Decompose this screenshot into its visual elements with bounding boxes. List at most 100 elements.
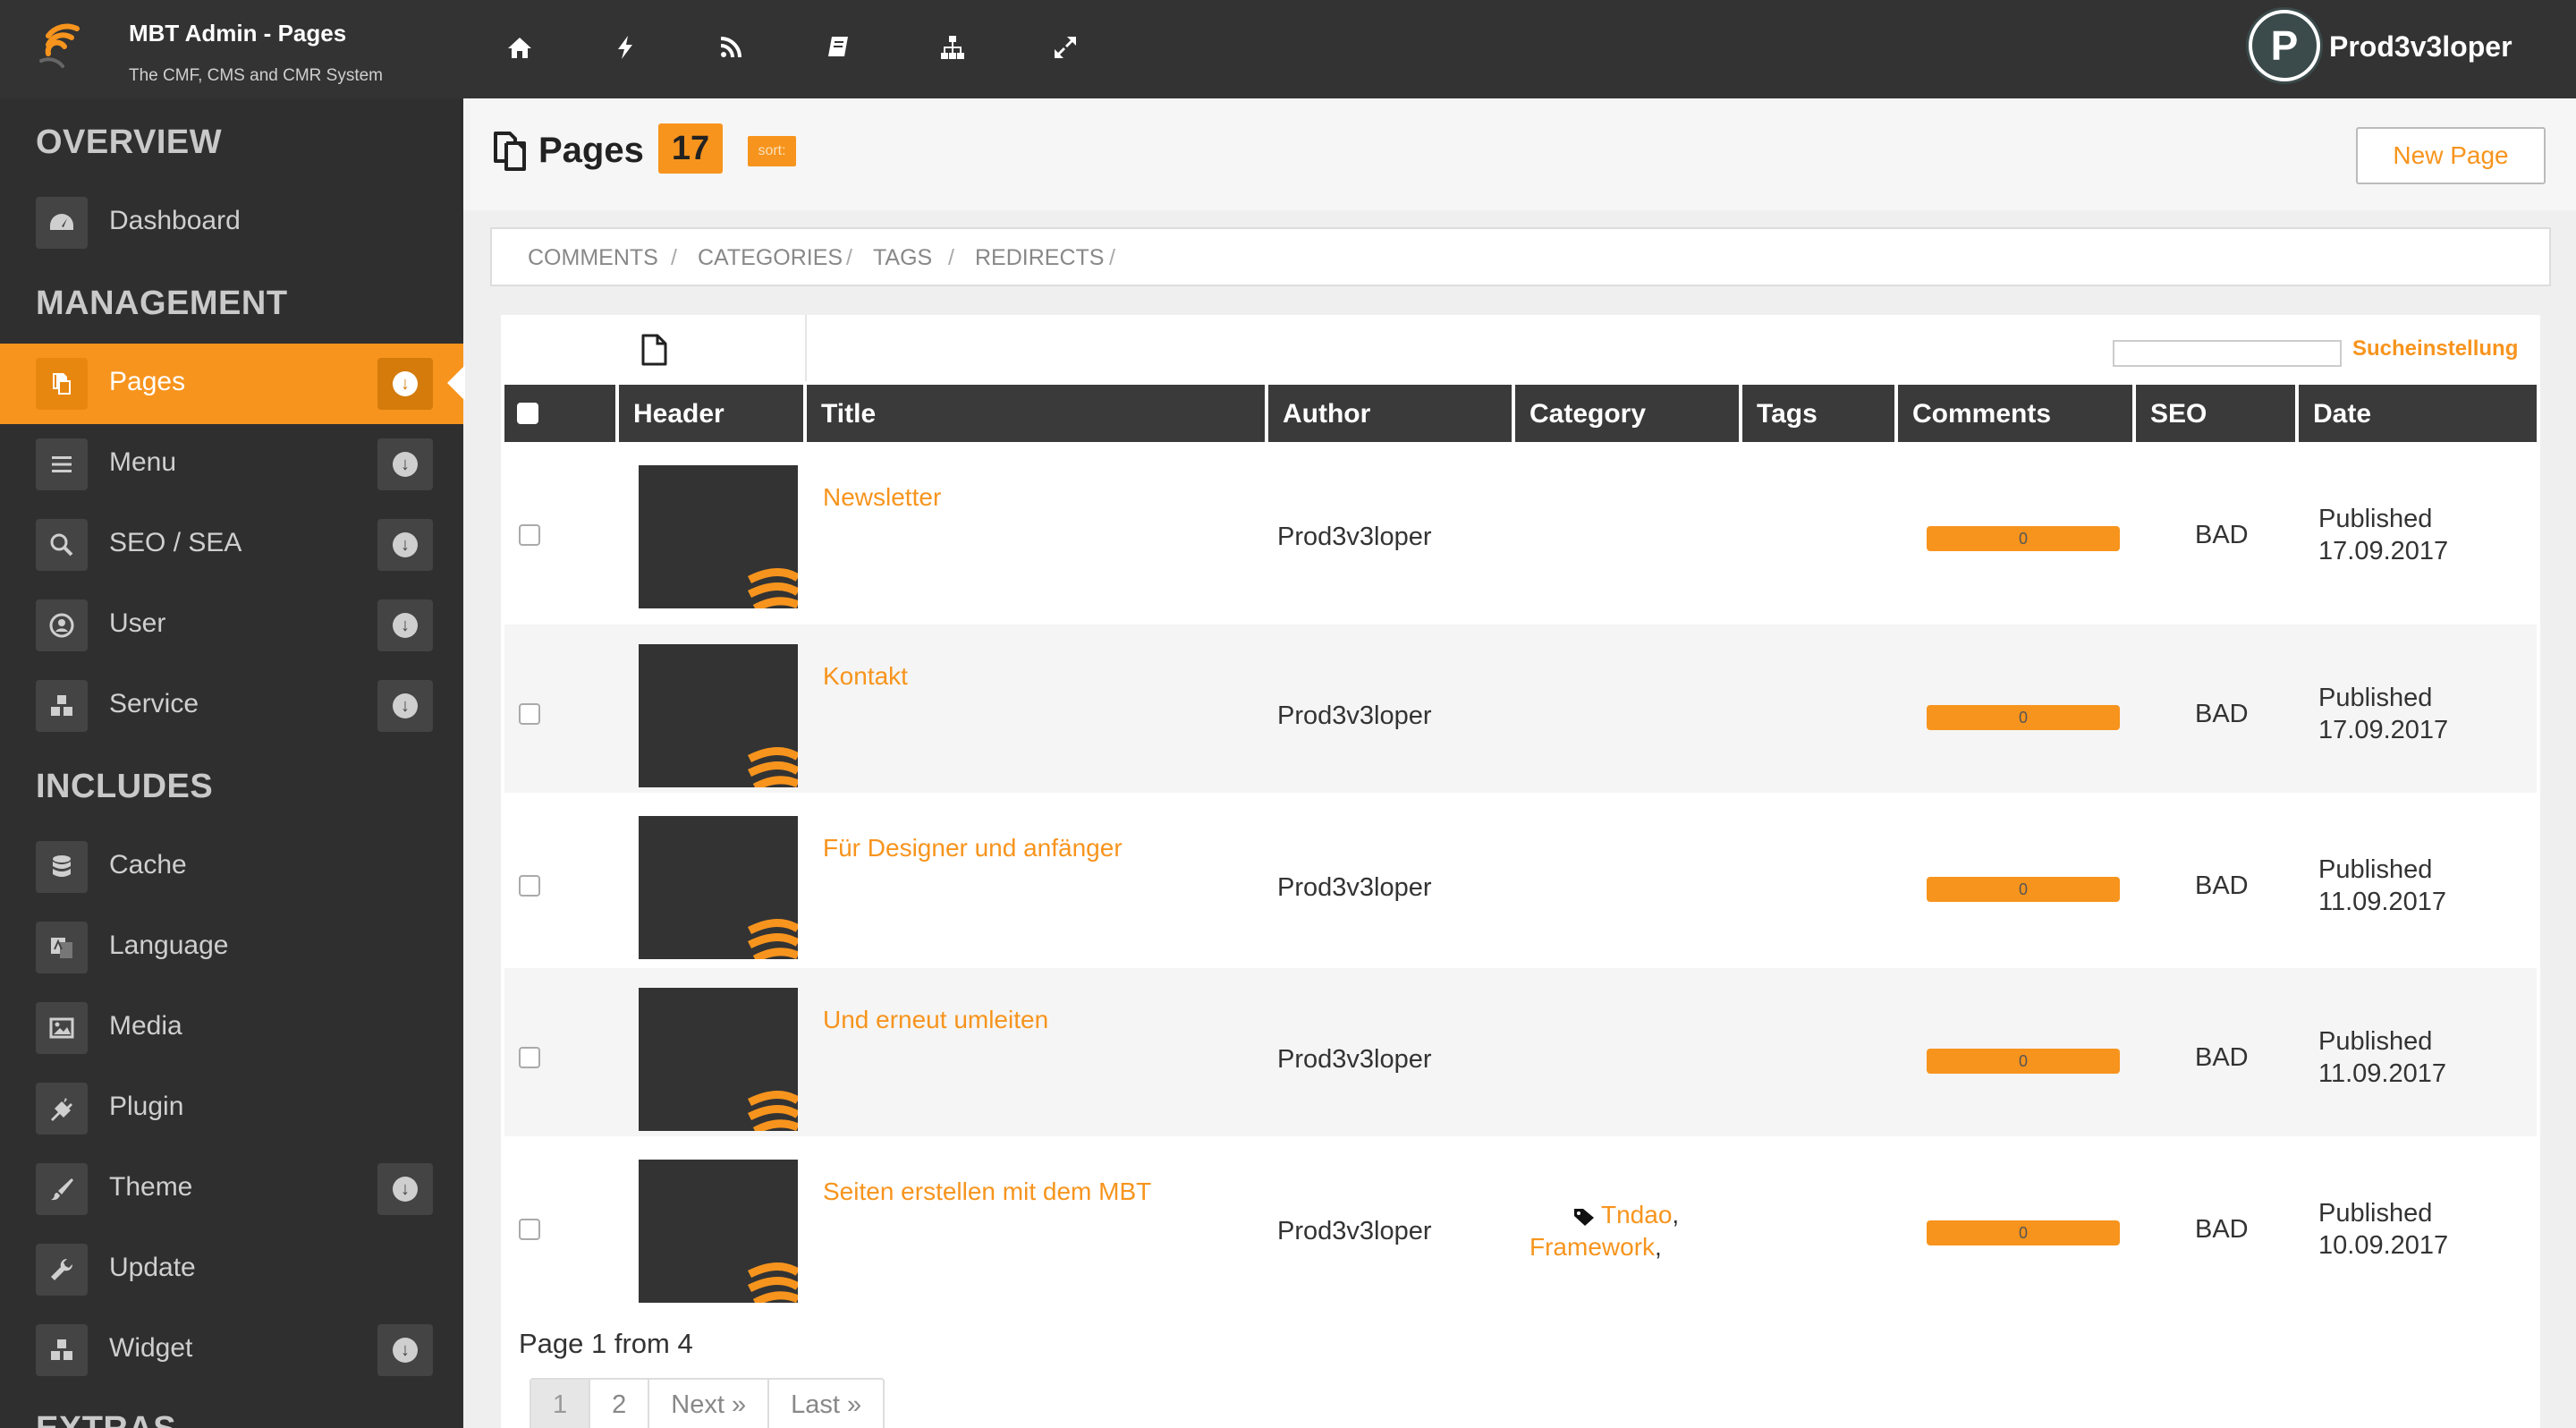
image-icon <box>36 1002 88 1054</box>
publish-date: 11.09.2017 <box>2318 888 2446 916</box>
expand-theme-button[interactable]: ↓ <box>377 1163 433 1215</box>
header-thumbnail[interactable] <box>639 644 798 787</box>
page-title-link[interactable]: Kontakt <box>823 662 908 691</box>
page-button-current[interactable]: 1 <box>531 1380 589 1428</box>
comments-count[interactable]: 0 <box>1927 526 2120 551</box>
row-checkbox[interactable] <box>519 1047 540 1068</box>
row-checkbox[interactable] <box>519 703 540 725</box>
table-row: Kontakt Prod3v3loper 0 BAD Published 17.… <box>504 625 2537 793</box>
row-checkbox[interactable] <box>519 875 540 897</box>
pages-icon <box>494 132 526 171</box>
comments-count[interactable]: 0 <box>1927 1049 2120 1074</box>
search-settings-link[interactable]: Sucheinstellung <box>2352 336 2518 361</box>
top-bar: MBT Admin - Pages The CMF, CMS and CMR S… <box>0 0 2576 98</box>
sidebar-item-theme[interactable]: Theme ↓ <box>0 1149 463 1229</box>
sidebar-item-service[interactable]: Service ↓ <box>0 666 463 746</box>
tab-tags[interactable]: TAGS <box>873 245 932 271</box>
sidebar-item-language[interactable]: Language <box>0 907 463 988</box>
sidebar-item-label: Plugin <box>109 1092 184 1121</box>
tab-categories[interactable]: CATEGORIES <box>698 245 843 271</box>
last-page-button[interactable]: Last » <box>767 1380 883 1428</box>
sort-button[interactable]: sort: <box>748 136 796 166</box>
column-header[interactable]: SEO <box>2136 385 2295 442</box>
header-thumbnail[interactable] <box>639 465 798 608</box>
chevron-down-icon: ↓ <box>393 693 418 718</box>
expand-menu-button[interactable]: ↓ <box>377 438 433 490</box>
header-thumbnail[interactable] <box>639 988 798 1131</box>
bolt-icon[interactable] <box>603 25 648 70</box>
expand-user-button[interactable]: ↓ <box>377 599 433 651</box>
column-header[interactable]: Author <box>1268 385 1512 442</box>
publish-date: 11.09.2017 <box>2318 1059 2446 1088</box>
column-header[interactable]: Tags <box>1742 385 1894 442</box>
expand-icon[interactable] <box>1043 25 1088 70</box>
next-page-button[interactable]: Next » <box>648 1380 767 1428</box>
column-header[interactable]: Comments <box>1898 385 2132 442</box>
comments-count[interactable]: 0 <box>1927 877 2120 902</box>
new-page-button[interactable]: New Page <box>2356 127 2546 184</box>
category-link[interactable]: Tndao <box>1601 1201 1672 1228</box>
row-checkbox[interactable] <box>519 1219 540 1240</box>
expand-pages-button[interactable]: ↓ <box>377 358 433 410</box>
section-extras: EXTRAS <box>36 1410 176 1428</box>
page-title-link[interactable]: Für Designer und anfänger <box>823 834 1123 863</box>
sidebar-item-update[interactable]: Update <box>0 1229 463 1310</box>
sitemap-icon[interactable] <box>930 25 975 70</box>
seo-status: BAD <box>2195 1043 2249 1072</box>
sidebar-item-label: SEO / SEA <box>109 528 242 557</box>
publish-status: Published <box>2318 505 2433 533</box>
page-title-link[interactable]: Und erneut umleiten <box>823 1006 1048 1034</box>
comments-count[interactable]: 0 <box>1927 1220 2120 1245</box>
document-icon[interactable] <box>639 333 669 367</box>
sidebar-item-menu[interactable]: Menu ↓ <box>0 424 463 505</box>
breadcrumb-separator: / <box>1109 245 1115 270</box>
header-thumbnail[interactable] <box>639 1160 798 1303</box>
sidebar-item-label: Pages <box>109 367 186 396</box>
publish-date: 17.09.2017 <box>2318 716 2449 744</box>
wrench-icon <box>36 1244 88 1296</box>
expand-seo-button[interactable]: ↓ <box>377 519 433 571</box>
seo-status: BAD <box>2195 521 2249 549</box>
table-header: Header Title Author Category Tags Commen… <box>504 385 2537 442</box>
expand-service-button[interactable]: ↓ <box>377 680 433 732</box>
sidebar-item-user[interactable]: User ↓ <box>0 585 463 666</box>
column-header[interactable]: Title <box>807 385 1265 442</box>
sidebar-item-cache[interactable]: Cache <box>0 827 463 907</box>
search-input[interactable] <box>2113 340 2342 367</box>
expand-widget-button[interactable]: ↓ <box>377 1324 433 1376</box>
book-icon[interactable] <box>816 25 860 70</box>
tab-comments[interactable]: COMMENTS <box>528 245 658 271</box>
sidebar: OVERVIEW Dashboard MANAGEMENT Pages ↓ Me… <box>0 98 463 1428</box>
home-icon[interactable] <box>497 25 542 70</box>
page-title-link[interactable]: Newsletter <box>823 483 941 512</box>
sidebar-item-media[interactable]: Media <box>0 988 463 1068</box>
page-title: Pages <box>538 131 644 170</box>
chevron-down-icon: ↓ <box>393 452 418 477</box>
sidebar-item-widget[interactable]: Widget ↓ <box>0 1310 463 1390</box>
column-header[interactable]: Category <box>1515 385 1739 442</box>
category-link[interactable]: Framework <box>1530 1233 1655 1261</box>
divider <box>805 315 807 381</box>
column-header[interactable]: Header <box>619 385 803 442</box>
logo-icon[interactable] <box>36 18 89 72</box>
column-header[interactable]: Date <box>2299 385 2537 442</box>
comments-count[interactable]: 0 <box>1927 705 2120 730</box>
header-thumbnail[interactable] <box>639 816 798 959</box>
author: Prod3v3loper <box>1277 523 1432 551</box>
tag-icon <box>1574 1208 1594 1226</box>
user-avatar[interactable]: P <box>2249 10 2320 81</box>
sidebar-item-plugin[interactable]: Plugin <box>0 1068 463 1149</box>
sidebar-item-dashboard[interactable]: Dashboard <box>0 183 463 263</box>
table-row: Für Designer und anfänger Prod3v3loper 0… <box>504 796 2537 965</box>
sidebar-item-seo[interactable]: SEO / SEA ↓ <box>0 505 463 585</box>
page-title-link[interactable]: Seiten erstellen mit dem MBT <box>823 1177 1151 1206</box>
sidebar-item-pages[interactable]: Pages ↓ <box>0 344 463 424</box>
user-name[interactable]: Prod3v3loper <box>2329 30 2512 64</box>
page-button[interactable]: 2 <box>589 1380 648 1428</box>
sidebar-item-label: Language <box>109 931 229 960</box>
row-checkbox[interactable] <box>519 524 540 546</box>
category-list: Tndao, Framework, <box>1530 1201 1680 1261</box>
rss-icon[interactable] <box>708 25 753 70</box>
tab-redirects[interactable]: REDIRECTS <box>975 245 1104 271</box>
select-all-checkbox[interactable] <box>517 403 538 424</box>
